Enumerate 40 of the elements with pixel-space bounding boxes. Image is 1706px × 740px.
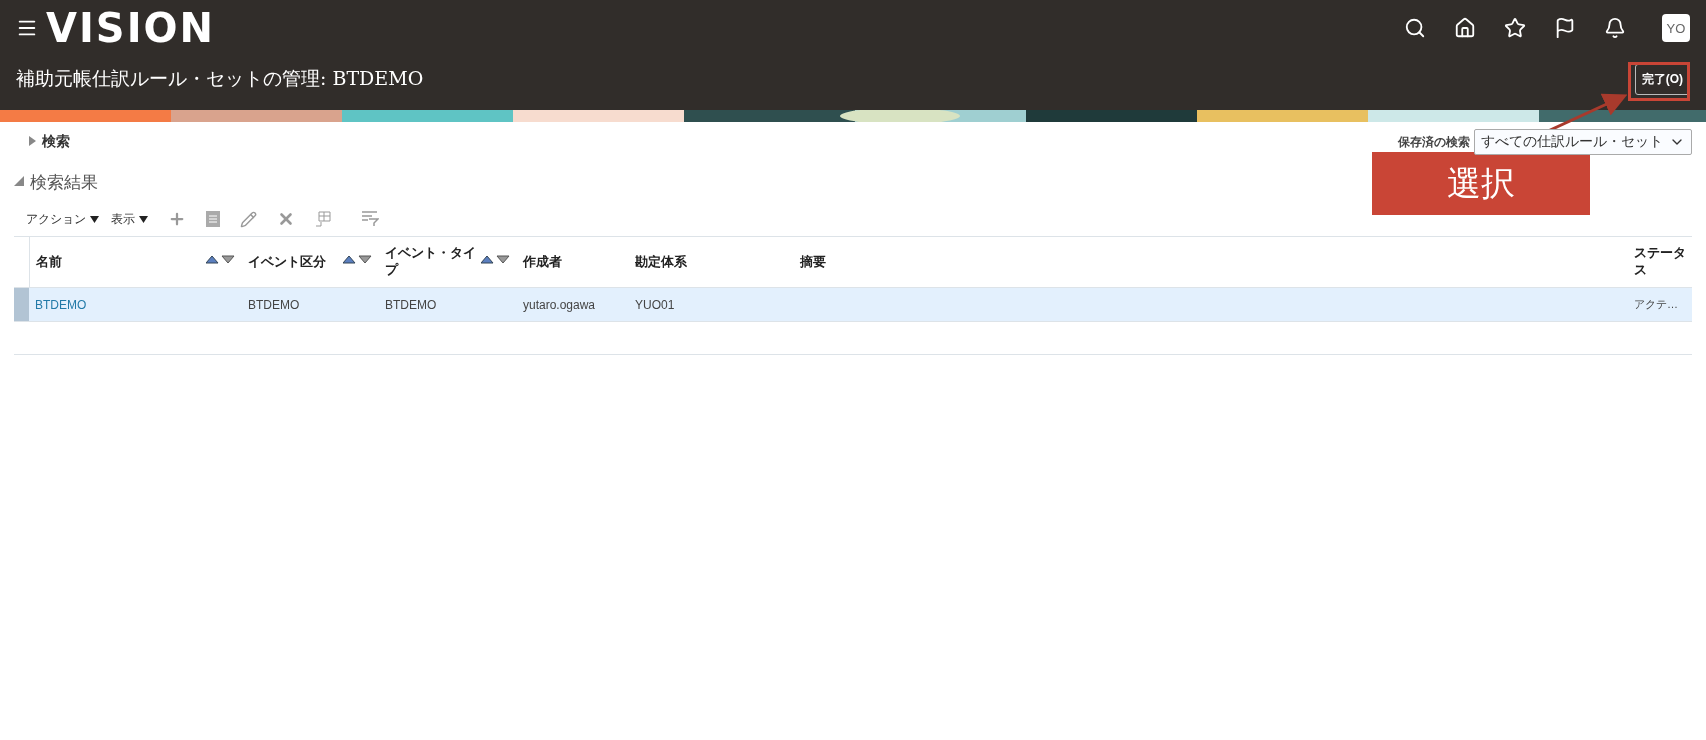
sort-icon[interactable] xyxy=(206,255,236,264)
saved-search-label: 保存済の検索 xyxy=(1398,133,1470,151)
column-header[interactable]: 摘要 xyxy=(800,253,1622,271)
caret-down-icon[interactable] xyxy=(90,215,99,223)
add-icon[interactable] xyxy=(168,210,186,228)
logo: VISION xyxy=(46,5,215,51)
highlight-frame xyxy=(1628,62,1690,101)
table-cell-text: yutaro.ogawa xyxy=(522,297,597,312)
page-title: 補助元帳仕訳ルール・セットの管理: BTDEMO xyxy=(16,66,424,91)
annotation-label: 選択 xyxy=(1372,152,1590,215)
menu-button[interactable]: アクション xyxy=(26,210,99,228)
star-icon[interactable] xyxy=(1504,17,1526,39)
search-icon[interactable] xyxy=(1404,17,1426,39)
close-icon[interactable] xyxy=(277,210,295,228)
home-icon[interactable] xyxy=(1454,17,1476,39)
menu-button[interactable]: 表示 xyxy=(111,210,148,228)
table-cell-text: アクテ… xyxy=(1633,297,1679,312)
column-header[interactable]: 名前 xyxy=(36,253,202,271)
flag-icon[interactable] xyxy=(1554,17,1576,39)
column-header[interactable]: イベント・タイプ xyxy=(385,245,477,279)
column-header[interactable]: ステータス xyxy=(1634,245,1686,279)
caret-down-icon[interactable] xyxy=(139,215,148,223)
done-button[interactable]: 完了(O) xyxy=(1634,63,1690,95)
table-cell-text: BTDEMO xyxy=(384,297,438,312)
saved-search-select[interactable]: すべての仕訳ルール・セット xyxy=(1474,129,1692,155)
column-header[interactable]: イベント区分 xyxy=(248,253,339,271)
pencil-icon[interactable] xyxy=(240,210,257,228)
search-section-label[interactable]: 検索 xyxy=(42,133,70,151)
collapse-icon[interactable] xyxy=(14,176,24,188)
sort-icon[interactable] xyxy=(343,255,373,264)
bell-icon[interactable] xyxy=(1604,17,1626,39)
sort-icon[interactable] xyxy=(481,255,511,264)
table-cell-text: YUO01 xyxy=(634,297,676,312)
table-cell-text: BTDEMO xyxy=(247,297,301,312)
name-link[interactable]: BTDEMO xyxy=(29,297,242,312)
user-avatar[interactable]: YO xyxy=(1662,14,1690,42)
expand-icon[interactable] xyxy=(28,136,36,148)
column-header[interactable]: 勘定体系 xyxy=(635,253,788,271)
column-header[interactable]: 作成者 xyxy=(523,253,623,271)
results-title: 検索結果 xyxy=(30,171,98,194)
